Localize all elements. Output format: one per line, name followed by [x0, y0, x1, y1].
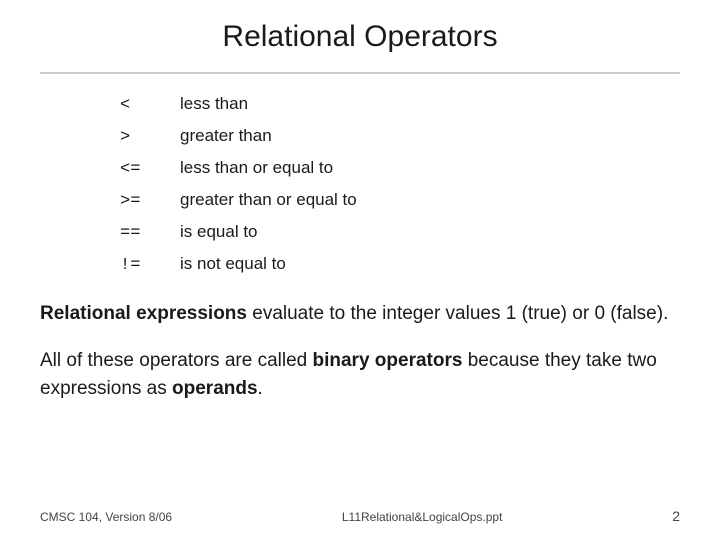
- section-relational-text: Relational expressions evaluate to the i…: [40, 300, 680, 329]
- footer: CMSC 104, Version 8/06 L11Relational&Log…: [40, 508, 680, 524]
- relational-bold: Relational expressions: [40, 303, 247, 324]
- operator-description: greater than or equal to: [180, 186, 357, 214]
- binary-end: .: [258, 378, 263, 399]
- operator-row: >=greater than or equal to: [120, 186, 680, 216]
- operator-row: ==is equal to: [120, 218, 680, 248]
- footer-center: L11Relational&LogicalOps.ppt: [342, 510, 503, 524]
- slide-title: Relational Operators: [40, 20, 680, 62]
- operator-description: less than: [180, 90, 248, 118]
- title-divider: [40, 72, 680, 74]
- operator-symbol: !=: [120, 252, 180, 280]
- operator-description: greater than: [180, 122, 272, 150]
- operator-description: is not equal to: [180, 250, 286, 278]
- operator-symbol: ==: [120, 220, 180, 248]
- footer-left: CMSC 104, Version 8/06: [40, 510, 172, 524]
- relational-rest: evaluate to the integer values 1 (true) …: [247, 303, 668, 324]
- operator-row: <=less than or equal to: [120, 154, 680, 184]
- binary-bold1: binary operators: [313, 350, 463, 371]
- operator-row: !=is not equal to: [120, 250, 680, 280]
- operator-row: <less than: [120, 90, 680, 120]
- operator-symbol: >: [120, 124, 180, 152]
- operator-symbol: <: [120, 92, 180, 120]
- section-binary: All of these operators are called binary…: [40, 347, 680, 404]
- operator-description: less than or equal to: [180, 154, 333, 182]
- slide: Relational Operators <less than>greater …: [0, 0, 720, 540]
- operator-symbol: <=: [120, 156, 180, 184]
- section-binary-text: All of these operators are called binary…: [40, 347, 680, 404]
- operator-description: is equal to: [180, 218, 258, 246]
- operators-table: <less than>greater than<=less than or eq…: [120, 90, 680, 280]
- binary-bold2: operands: [172, 378, 258, 399]
- operator-symbol: >=: [120, 188, 180, 216]
- section-relational: Relational expressions evaluate to the i…: [40, 300, 680, 329]
- operator-row: >greater than: [120, 122, 680, 152]
- binary-before: All of these operators are called: [40, 350, 313, 371]
- footer-right: 2: [672, 508, 680, 524]
